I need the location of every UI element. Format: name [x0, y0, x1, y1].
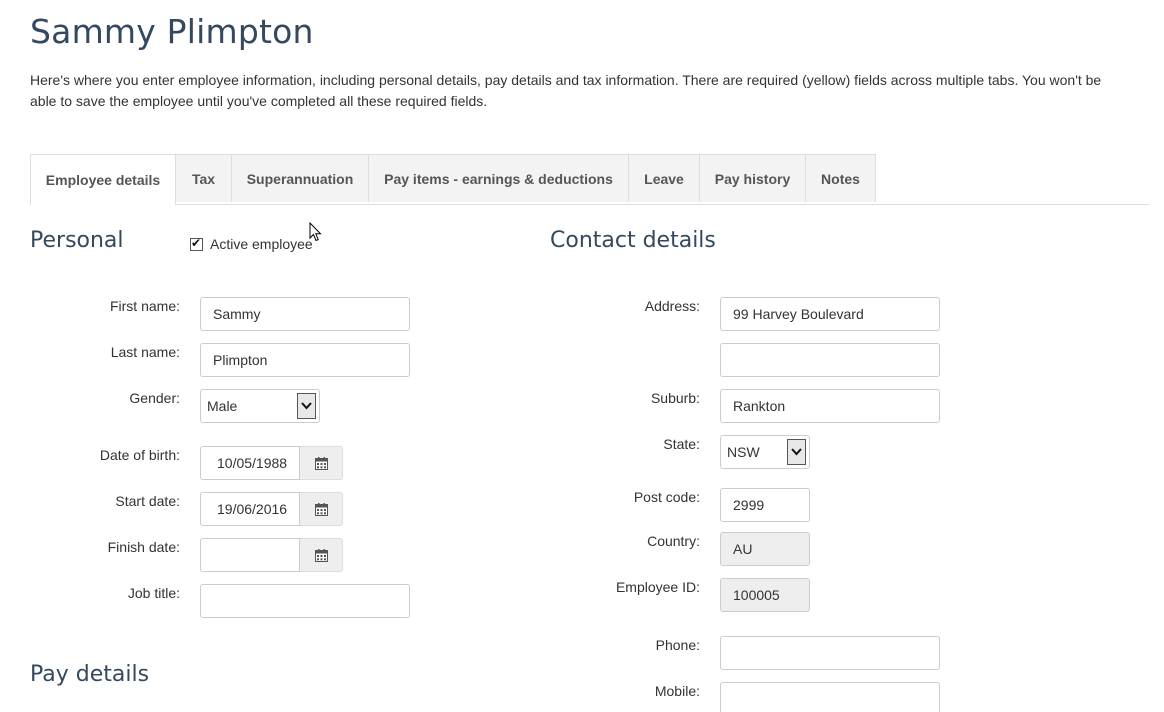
employee-id-label: Employee ID:	[615, 579, 700, 595]
start-date-label: Start date:	[115, 493, 180, 509]
dob-calendar-button[interactable]	[300, 446, 343, 480]
check-icon: ✔	[191, 235, 202, 250]
first-name-label: First name:	[109, 298, 180, 314]
mouse-cursor-icon	[309, 222, 322, 242]
tab-pay-history[interactable]: Pay history	[699, 154, 806, 202]
country-label: Country:	[647, 533, 700, 549]
address-line2-field[interactable]	[720, 343, 940, 377]
active-employee-control[interactable]: ✔ Active employee	[190, 236, 313, 252]
suburb-field[interactable]: Rankton	[720, 389, 940, 423]
phone-label: Phone:	[655, 637, 700, 653]
calendar-icon	[314, 502, 328, 516]
personal-heading: Personal	[30, 228, 124, 253]
phone-field[interactable]	[720, 636, 940, 670]
country-field: AU	[720, 532, 810, 566]
mobile-label: Mobile:	[654, 683, 700, 699]
job-title-field[interactable]	[200, 584, 410, 618]
tab-leave[interactable]: Leave	[628, 154, 700, 202]
calendar-icon	[314, 456, 328, 470]
gender-select[interactable]: Male	[200, 389, 320, 423]
page-title: Sammy Plimpton	[30, 12, 314, 51]
finish-date-label: Finish date:	[107, 539, 180, 555]
employee-id-field: 100005	[720, 578, 810, 612]
chevron-down-icon[interactable]	[297, 393, 316, 419]
state-select[interactable]: NSW	[720, 435, 810, 469]
tab-superannuation[interactable]: Superannuation	[231, 154, 369, 202]
last-name-field[interactable]: Plimpton	[200, 343, 410, 377]
postcode-field[interactable]: 2999	[720, 488, 810, 522]
gender-value: Male	[207, 398, 238, 414]
dob-field[interactable]: 10/05/1988	[200, 446, 300, 480]
tab-pay-items[interactable]: Pay items - earnings & deductions	[368, 154, 629, 202]
state-label: State:	[663, 436, 700, 452]
tab-employee-details[interactable]: Employee details	[30, 154, 176, 205]
start-date-calendar-button[interactable]	[300, 492, 343, 526]
contact-details-heading: Contact details	[550, 228, 716, 253]
employee-page: Sammy Plimpton Here's where you enter em…	[0, 0, 1164, 712]
first-name-field[interactable]: Sammy	[200, 297, 410, 331]
postcode-label: Post code:	[633, 489, 700, 505]
tab-bar: Employee details Tax Superannuation Pay …	[30, 154, 1149, 205]
pay-details-heading: Pay details	[30, 662, 150, 687]
tab-notes[interactable]: Notes	[805, 154, 876, 202]
start-date-field[interactable]: 19/06/2016	[200, 492, 300, 526]
finish-date-calendar-button[interactable]	[300, 538, 343, 572]
mobile-field[interactable]	[720, 682, 940, 712]
dob-label: Date of birth:	[99, 447, 180, 463]
page-intro: Here's where you enter employee informat…	[30, 72, 1102, 109]
active-employee-label: Active employee	[210, 236, 313, 252]
address-label: Address:	[644, 298, 700, 314]
active-employee-checkbox[interactable]: ✔	[190, 235, 203, 251]
calendar-icon	[314, 548, 328, 562]
chevron-down-icon[interactable]	[787, 439, 806, 465]
tab-tax[interactable]: Tax	[175, 154, 232, 202]
suburb-label: Suburb:	[650, 390, 700, 406]
gender-label: Gender:	[129, 390, 180, 406]
finish-date-field[interactable]	[200, 538, 300, 572]
state-value: NSW	[727, 444, 760, 460]
last-name-label: Last name:	[110, 344, 180, 360]
job-title-label: Job title:	[127, 585, 180, 601]
address-line1-field[interactable]: 99 Harvey Boulevard	[720, 297, 940, 331]
